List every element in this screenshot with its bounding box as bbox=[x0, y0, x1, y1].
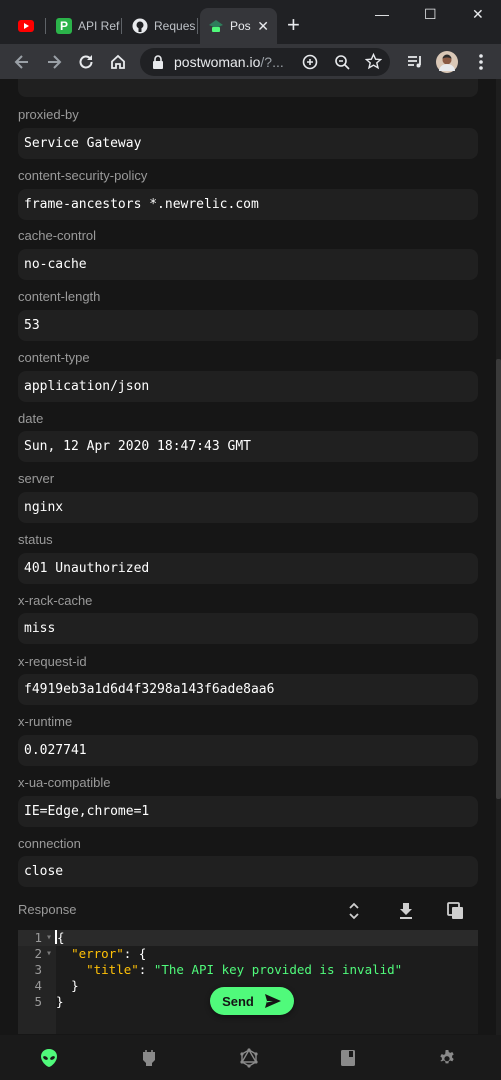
header-value-content-security-policy[interactable]: frame-ancestors *.newrelic.com bbox=[18, 189, 478, 220]
header-value-date[interactable]: Sun, 12 Apr 2020 18:47:43 GMT bbox=[18, 431, 478, 462]
unfold-icon bbox=[349, 902, 359, 920]
avatar-icon bbox=[436, 51, 458, 73]
lock-icon bbox=[152, 55, 164, 74]
header-value-cache-control[interactable]: no-cache bbox=[18, 249, 478, 280]
download-response-button[interactable] bbox=[394, 899, 418, 923]
plug-icon bbox=[143, 1050, 155, 1066]
tab-postwoman[interactable]: Pos ✕ bbox=[200, 8, 277, 44]
header-key-date: date bbox=[18, 411, 44, 426]
header-key-proxied-by: proxied-by bbox=[18, 107, 79, 122]
fold-arrow-icon: ▾ bbox=[46, 948, 53, 959]
header-value-content-type[interactable]: application/json bbox=[18, 371, 478, 402]
send-button-label: Send bbox=[222, 993, 254, 1009]
response-editor[interactable]: 1 ▾ { 2 ▾ "error": { 3 "title": "The API k… bbox=[18, 930, 478, 1034]
postwoman-page: 401 proxied-by Service Gateway content-s… bbox=[0, 79, 501, 1080]
scrollbar[interactable] bbox=[496, 79, 501, 1080]
header-key-cache-control: cache-control bbox=[18, 228, 97, 243]
forward-button[interactable] bbox=[41, 49, 67, 75]
header-value-server[interactable]: nginx bbox=[18, 492, 478, 523]
header-key-content-length: content-length bbox=[18, 289, 101, 304]
send-button[interactable]: Send bbox=[210, 987, 294, 1015]
send-icon bbox=[264, 994, 281, 1008]
reload-icon bbox=[79, 55, 93, 69]
zoom-icon[interactable] bbox=[334, 54, 350, 75]
fold-arrow-icon: ▾ bbox=[46, 932, 53, 943]
header-key-content-security-policy: content-security-policy bbox=[18, 168, 148, 183]
url-text: postwoman.io/?... bbox=[174, 54, 284, 70]
tab-api-reference[interactable]: P API Ref bbox=[48, 8, 122, 44]
header-key-x-rack-cache: x-rack-cache bbox=[18, 593, 93, 608]
home-icon bbox=[111, 54, 125, 69]
arrow-left-icon bbox=[14, 55, 28, 69]
code-line: 2 ▾ "error": { bbox=[34, 946, 147, 961]
gear-icon bbox=[440, 1050, 454, 1064]
header-value-partial: 401 bbox=[18, 79, 478, 97]
browser-menu-button[interactable] bbox=[468, 49, 494, 75]
minimize-button[interactable]: — bbox=[375, 6, 389, 22]
github-icon bbox=[132, 18, 148, 34]
close-tab-icon[interactable]: ✕ bbox=[257, 18, 269, 35]
header-key-x-request-id: x-request-id bbox=[18, 654, 87, 669]
header-key-connection: connection bbox=[18, 836, 81, 851]
download-icon bbox=[400, 903, 412, 919]
tab-label: Pos bbox=[230, 19, 251, 33]
header-key-content-type: content-type bbox=[18, 350, 90, 365]
response-label: Response bbox=[18, 902, 77, 917]
header-value-x-runtime[interactable]: 0.027741 bbox=[18, 735, 478, 766]
browser-tab-strip: P API Ref Reques Pos ✕ + — ☐ ✕ bbox=[0, 0, 501, 44]
profile-avatar[interactable] bbox=[434, 49, 460, 75]
header-value-x-request-id[interactable]: f4919eb3a1d6d4f3298a143f6ade8aa6 bbox=[18, 674, 478, 705]
code-line: 1 ▾ { bbox=[18, 930, 478, 946]
header-value-x-rack-cache[interactable]: miss bbox=[18, 613, 478, 644]
header-value-status[interactable]: 401 Unauthorized bbox=[18, 553, 478, 584]
star-icon[interactable] bbox=[364, 52, 383, 75]
header-key-server: server bbox=[18, 471, 55, 486]
more-vertical-icon bbox=[479, 54, 483, 70]
tab-label: API Ref bbox=[78, 19, 120, 33]
header-key-x-ua-compatible: x-ua-compatible bbox=[18, 775, 111, 790]
playlist-icon bbox=[408, 56, 421, 68]
address-bar[interactable]: postwoman.io/?... bbox=[140, 48, 390, 76]
youtube-icon bbox=[18, 20, 34, 32]
nav-graphql[interactable] bbox=[237, 1046, 261, 1070]
copy-icon bbox=[447, 902, 463, 919]
header-value-x-ua-compatible[interactable]: IE=Edge,chrome=1 bbox=[18, 796, 478, 827]
code-line: 3 "title": "The API key provided is inva… bbox=[34, 962, 403, 977]
arrow-right-icon bbox=[48, 55, 62, 69]
tab-label: Reques bbox=[154, 19, 196, 33]
postman-api-icon: P bbox=[56, 18, 72, 34]
maximize-button[interactable]: ☐ bbox=[424, 6, 437, 23]
home-button[interactable] bbox=[105, 49, 131, 75]
copy-response-button[interactable] bbox=[444, 899, 468, 923]
book-icon bbox=[341, 1050, 355, 1066]
graphql-icon bbox=[240, 1048, 258, 1068]
alien-icon bbox=[41, 1049, 57, 1067]
scrollbar-thumb[interactable] bbox=[496, 359, 501, 799]
browser-toolbar: postwoman.io/?... bbox=[0, 44, 501, 79]
nav-docs[interactable] bbox=[336, 1046, 360, 1070]
close-window-button[interactable]: ✕ bbox=[472, 6, 484, 23]
reload-button[interactable] bbox=[73, 49, 99, 75]
header-value-connection[interactable]: close bbox=[18, 856, 478, 887]
bottom-nav bbox=[0, 1035, 501, 1080]
postwoman-icon bbox=[208, 18, 224, 34]
header-value-proxied-by[interactable]: Service Gateway bbox=[18, 128, 478, 159]
header-key-x-runtime: x-runtime bbox=[18, 714, 73, 729]
tab-youtube[interactable] bbox=[0, 8, 46, 44]
nav-rest[interactable] bbox=[37, 1046, 61, 1070]
tab-request[interactable]: Reques bbox=[124, 8, 198, 44]
media-controls-button[interactable] bbox=[402, 49, 428, 75]
back-button[interactable] bbox=[9, 49, 35, 75]
header-value-content-length[interactable]: 53 bbox=[18, 310, 478, 341]
add-icon[interactable] bbox=[302, 54, 318, 75]
nav-realtime[interactable] bbox=[137, 1046, 161, 1070]
header-key-status: status bbox=[18, 532, 53, 547]
expand-response-button[interactable] bbox=[342, 899, 366, 923]
new-tab-button[interactable]: + bbox=[287, 14, 300, 36]
nav-settings[interactable] bbox=[435, 1046, 459, 1070]
